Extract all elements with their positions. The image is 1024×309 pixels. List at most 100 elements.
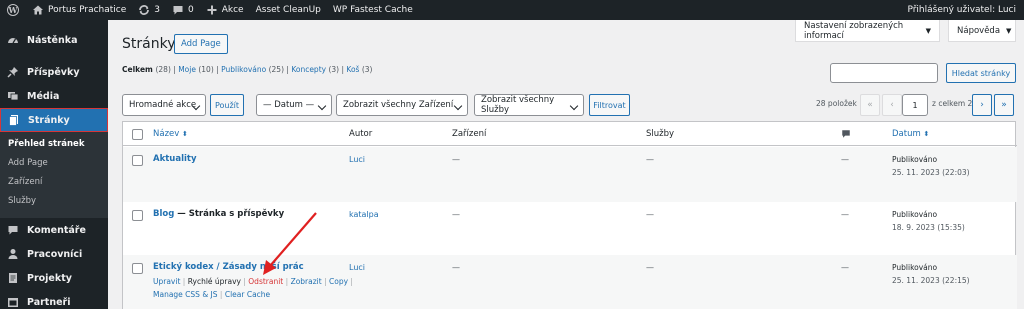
page-title-link[interactable]: Etický kodex / Zásady naší prác (153, 262, 304, 272)
admin-bar: W Portus Prachatice 3 0 Akce Asset Clean… (0, 0, 1024, 20)
admin-sidebar: Nástěnka Příspěvky Média Stránky Přehled… (0, 20, 108, 309)
services-filter-select[interactable]: Zobrazit všechny Služby (474, 94, 584, 116)
media-icon (8, 92, 19, 101)
publish-status: Publikováno (892, 210, 938, 219)
copy-link[interactable]: Copy (329, 277, 348, 286)
sidebar-item-dashboard[interactable]: Nástěnka (0, 28, 108, 52)
row-checkbox[interactable] (132, 155, 143, 166)
asset-cleanup-link[interactable]: Asset CleanUp (250, 0, 327, 20)
row-checkbox[interactable] (132, 210, 143, 221)
view-all[interactable]: Celkem (28) (122, 65, 171, 74)
view-mine[interactable]: Moje (10) (178, 65, 214, 74)
current-page-input[interactable]: 1 (902, 94, 928, 116)
publish-status: Publikováno (892, 155, 938, 164)
devices-value: — (452, 155, 460, 164)
author-link[interactable]: Luci (349, 155, 365, 164)
comments-value: — (841, 263, 849, 272)
submenu-devices[interactable]: Zařízení (0, 174, 108, 193)
sidebar-item-comments[interactable]: Komentáře (0, 218, 108, 242)
services-value: — (646, 210, 654, 219)
bulk-actions-value: Hromadné akce (129, 100, 197, 110)
site-name-link[interactable]: Portus Prachatice (26, 0, 132, 20)
main-content: Nastavení zobrazených informací ▼ Nápově… (108, 20, 1024, 309)
add-page-button[interactable]: Add Page (174, 34, 228, 54)
date-filter-value: — Datum — (263, 100, 315, 110)
sidebar-item-partners[interactable]: Partneři (0, 290, 108, 309)
table-row: Aktuality Luci — — — Publikováno 25. 11.… (123, 147, 1017, 202)
comments-value: — (841, 210, 849, 219)
delete-link[interactable]: Odstranit (248, 277, 283, 286)
page-title-link[interactable]: Aktuality (153, 154, 197, 164)
calendar-icon (8, 298, 18, 307)
comments-link[interactable]: 0 (166, 0, 200, 20)
submenu-services[interactable]: Služby (0, 193, 108, 212)
manage-css-js-link[interactable]: Manage CSS & JS (153, 290, 218, 299)
author-link[interactable]: Luci (349, 263, 365, 272)
site-name: Portus Prachatice (48, 5, 127, 15)
sort-icon: ⬍ (182, 130, 188, 138)
first-page-button[interactable]: « (860, 94, 880, 116)
screen-options-button[interactable]: Nastavení zobrazených informací ▼ (795, 20, 940, 42)
services-filter-value: Zobrazit všechny Služby (481, 95, 555, 115)
view-link[interactable]: Zobrazit (291, 277, 322, 286)
chevron-down-icon (317, 101, 327, 111)
wordpress-logo-icon[interactable]: W (0, 0, 26, 20)
author-link[interactable]: katalpa (349, 210, 379, 219)
comments-value: — (841, 155, 849, 164)
fastest-cache-link[interactable]: WP Fastest Cache (327, 0, 419, 20)
column-author-header: Autor (349, 129, 373, 139)
comments-column-icon[interactable] (841, 129, 851, 139)
search-button[interactable]: Hledat stránky (946, 63, 1016, 83)
submenu-add-page[interactable]: Add Page (0, 155, 108, 174)
row-actions: Upravit | Rychlé úpravy | Odstranit | Zo… (153, 277, 353, 299)
search-input[interactable] (830, 63, 938, 83)
sidebar-item-media[interactable]: Média (0, 84, 108, 108)
sidebar-item-posts[interactable]: Příspěvky (0, 60, 108, 84)
view-filters: Celkem (28) | Moje (10) | Publikováno (2… (122, 65, 373, 74)
updates-link[interactable]: 3 (132, 0, 166, 20)
date-filter-select[interactable]: — Datum — (256, 94, 332, 116)
sidebar-item-label: Komentáře (27, 224, 86, 236)
caret-down-icon: ▼ (1006, 26, 1012, 35)
view-trash[interactable]: Koš (3) (346, 65, 372, 74)
last-page-button[interactable]: » (994, 94, 1014, 116)
sidebar-item-label: Nástěnka (27, 34, 78, 46)
dashboard-icon (8, 38, 18, 44)
select-all-checkbox[interactable] (132, 129, 143, 140)
sort-icon: ⬍ (923, 130, 930, 138)
next-page-button[interactable]: › (972, 94, 992, 116)
bulk-actions-select[interactable]: Hromadné akce (122, 94, 206, 116)
comment-icon (173, 6, 183, 15)
quick-edit-link[interactable]: Rychlé úpravy (188, 277, 241, 286)
sidebar-item-projects[interactable]: Projekty (0, 266, 108, 290)
user-account-link[interactable]: Přihlášený uživatel: Luci (901, 0, 1024, 20)
new-content-link[interactable]: Akce (200, 0, 250, 20)
devices-filter-select[interactable]: Zobrazit všechny Zařízení (336, 94, 468, 116)
help-button[interactable]: Nápověda ▼ (948, 20, 1016, 42)
page-title-link[interactable]: Blog — Stránka s příspěvky (153, 209, 284, 219)
pin-icon (7, 67, 18, 78)
filter-button[interactable]: Filtrovat (589, 94, 630, 116)
view-drafts[interactable]: Koncepty (3) (291, 65, 339, 74)
sidebar-item-workers[interactable]: Pracovníci (0, 242, 108, 266)
column-services-header: Služby (646, 129, 675, 139)
submenu-all-pages[interactable]: Přehled stránek (0, 136, 108, 155)
edit-link[interactable]: Upravit (153, 277, 180, 286)
pages-icon (9, 115, 18, 126)
column-date-header[interactable]: Datum ⬍ (892, 129, 929, 139)
services-value: — (646, 155, 654, 164)
row-checkbox[interactable] (132, 263, 143, 274)
clear-cache-link[interactable]: Clear Cache (225, 290, 270, 299)
sidebar-item-pages[interactable]: Stránky (0, 108, 108, 132)
pages-table: Název ⬍ Autor Zařízení Služby Datum ⬍ Ak… (122, 121, 1017, 309)
apply-button[interactable]: Použít (210, 94, 244, 116)
devices-filter-value: Zobrazit všechny Zařízení (343, 100, 454, 110)
column-title-header[interactable]: Název ⬍ (153, 129, 188, 139)
person-icon (8, 249, 18, 259)
comment-icon (8, 226, 18, 235)
view-published[interactable]: Publikováno (25) (221, 65, 284, 74)
sidebar-item-label: Pracovníci (27, 248, 83, 260)
prev-page-button[interactable]: ‹ (882, 94, 902, 116)
sidebar-item-label: Média (27, 90, 60, 102)
sidebar-item-label: Příspěvky (27, 66, 80, 78)
